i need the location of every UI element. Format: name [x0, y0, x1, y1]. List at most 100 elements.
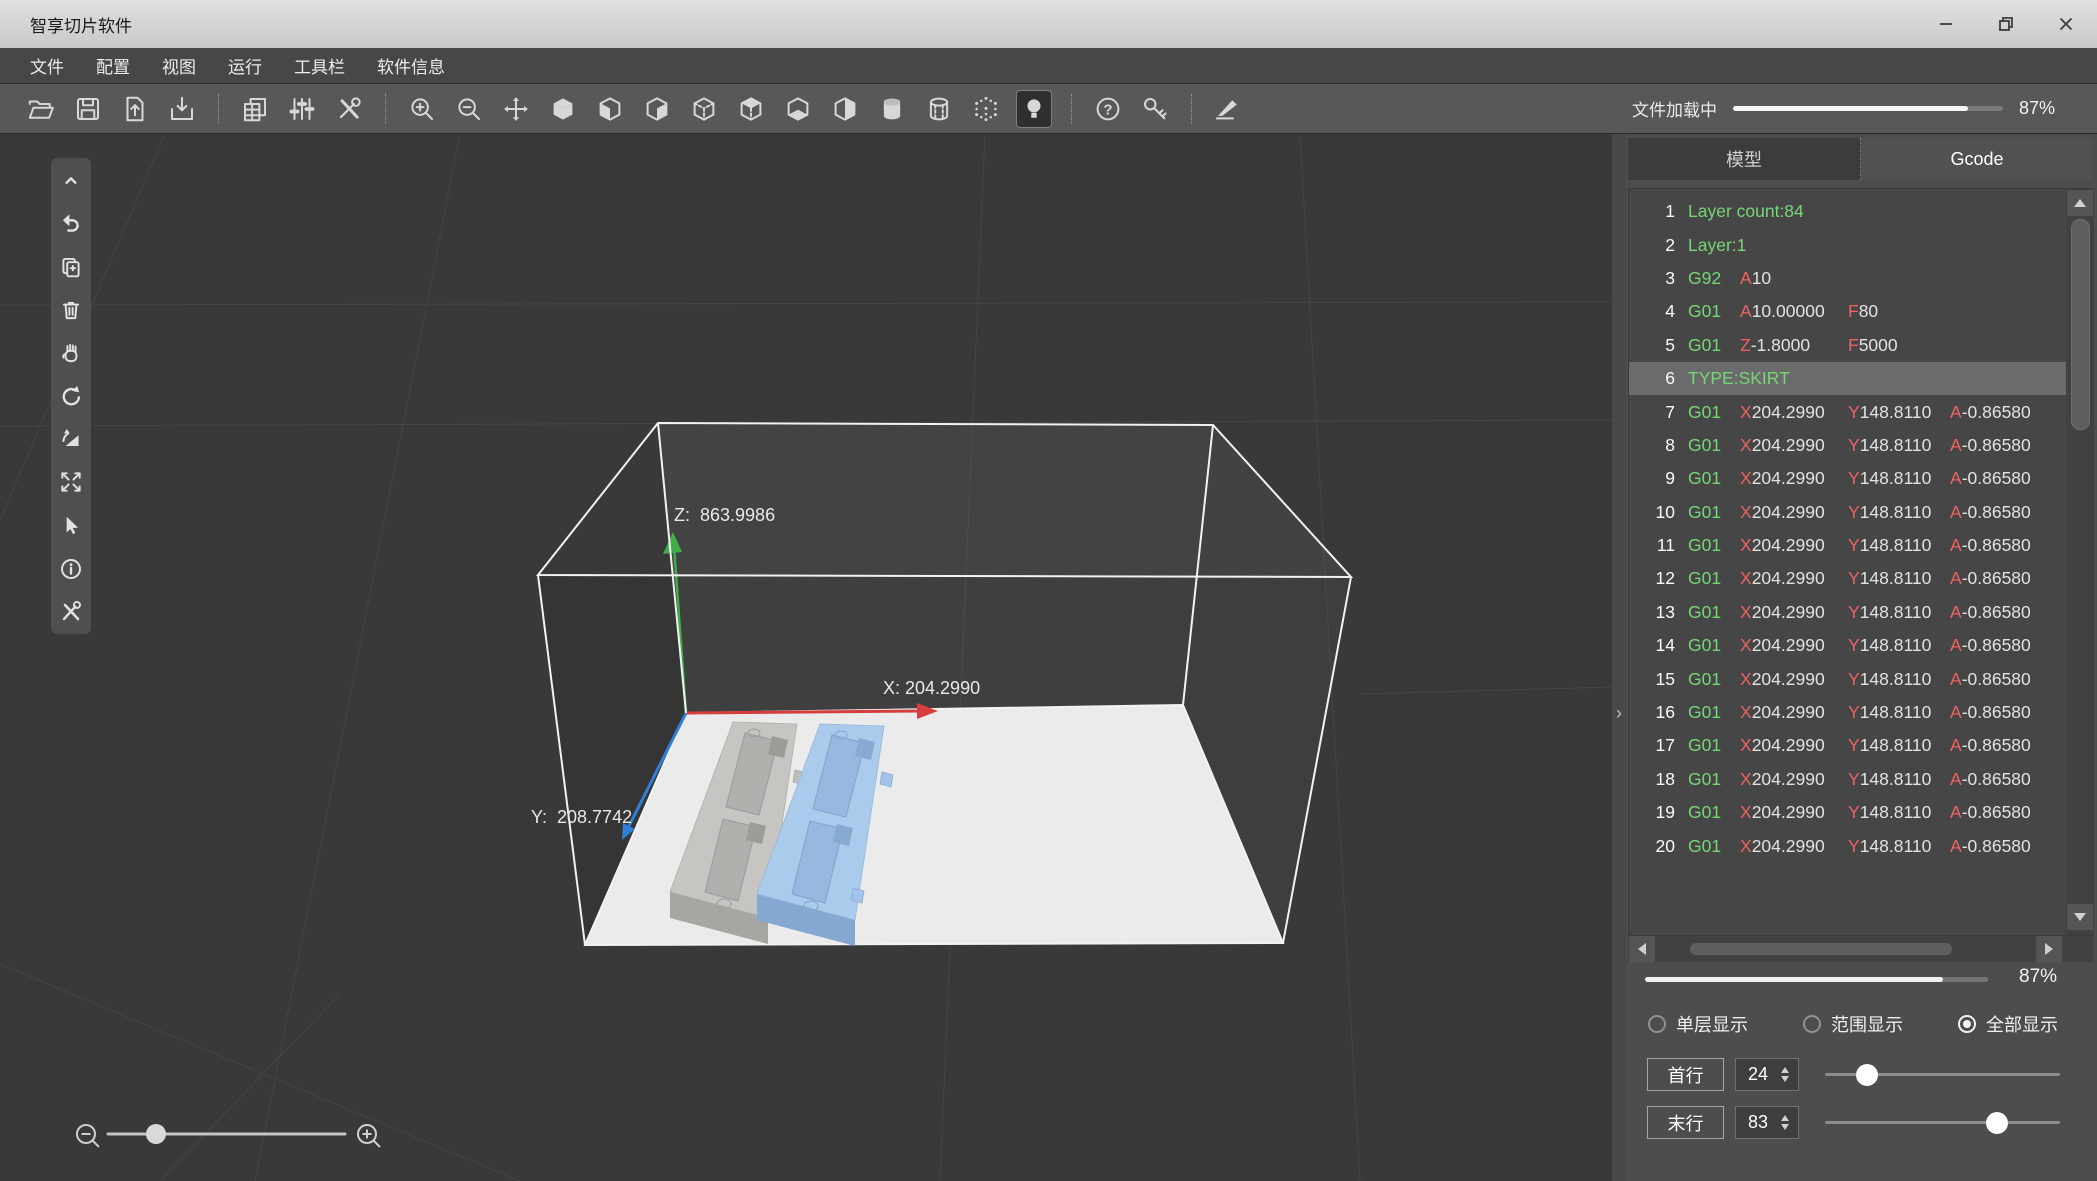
display-mode-radio[interactable]: 全部显示	[1958, 1011, 2058, 1037]
cylinder-solid-button[interactable]	[875, 91, 909, 127]
spinner-up-icon[interactable]	[1781, 1067, 1789, 1073]
tools-button[interactable]	[332, 91, 366, 127]
gcode-row[interactable]: 16G01X204.2990Y148.8110A-0.86580	[1629, 696, 2066, 729]
last-row-spinner[interactable]: 83	[1735, 1106, 1799, 1139]
zoom-out-icon[interactable]	[77, 1125, 99, 1147]
palette-scroll-up-button[interactable]	[57, 166, 85, 194]
gcode-row[interactable]: 2Layer:1	[1629, 228, 2066, 261]
cylinder-wireframe-button[interactable]	[922, 91, 956, 127]
undo-button[interactable]	[57, 209, 85, 237]
view-cube-top-face-button[interactable]	[734, 91, 768, 127]
view-cube-right-face-button[interactable]	[640, 91, 674, 127]
open-file-button[interactable]	[24, 91, 58, 127]
gcode-row[interactable]: 10G01X204.2990Y148.8110A-0.86580	[1629, 496, 2066, 529]
spinner-up-icon[interactable]	[1781, 1115, 1789, 1121]
view-cube-solid-button[interactable]	[546, 91, 580, 127]
fit-view-button[interactable]	[57, 468, 85, 496]
zoom-in-button[interactable]	[405, 91, 439, 127]
menu-item[interactable]: 配置	[96, 53, 130, 78]
gcode-row[interactable]: 15G01X204.2990Y148.8110A-0.86580	[1629, 662, 2066, 695]
spinner-down-icon[interactable]	[1781, 1124, 1789, 1130]
display-mode-radio[interactable]: 单层显示	[1648, 1011, 1748, 1037]
key-button[interactable]	[1138, 91, 1172, 127]
scroll-left-button[interactable]	[1629, 936, 1655, 962]
gcode-row[interactable]: 18G01X204.2990Y148.8110A-0.86580	[1629, 763, 2066, 796]
view-cube-bottom-face-button[interactable]	[781, 91, 815, 127]
last-row-button[interactable]: 末行	[1647, 1106, 1724, 1139]
menu-item[interactable]: 视图	[162, 53, 196, 78]
scroll-right-button[interactable]	[2036, 936, 2062, 962]
first-row-spinner[interactable]: 24	[1735, 1058, 1799, 1091]
panel-splitter[interactable]: ›	[1612, 134, 1626, 1181]
first-row-slider[interactable]	[1825, 1058, 2060, 1091]
gcode-row[interactable]: 19G01X204.2990Y148.8110A-0.86580	[1629, 796, 2066, 829]
menu-item[interactable]: 软件信息	[377, 53, 445, 78]
radio-circle-icon[interactable]	[1958, 1015, 1976, 1033]
menu-item[interactable]: 文件	[30, 53, 64, 78]
gcode-row[interactable]: 3G92A10	[1629, 262, 2066, 295]
view-cube-left-face-button[interactable]	[593, 91, 627, 127]
horizontal-scroll-thumb[interactable]	[1690, 943, 1952, 955]
duplicate-button[interactable]	[57, 252, 85, 280]
last-row-slider-track[interactable]	[1825, 1121, 2060, 1124]
rotate-button[interactable]	[57, 382, 85, 410]
spinner-down-icon[interactable]	[1781, 1076, 1789, 1082]
gcode-row[interactable]: 12G01X204.2990Y148.8110A-0.86580	[1629, 562, 2066, 595]
tab-gcode[interactable]: Gcode	[1861, 138, 2093, 180]
view-cube-hidden-edges-button[interactable]	[687, 91, 721, 127]
gcode-row[interactable]: 4G01A10.00000F80	[1629, 295, 2066, 328]
select-cursor-button[interactable]	[57, 512, 85, 540]
gcode-row[interactable]: 8G01X204.2990Y148.8110A-0.86580	[1629, 429, 2066, 462]
first-row-button[interactable]: 首行	[1647, 1058, 1724, 1091]
collapse-panel-chevron[interactable]: ›	[1616, 703, 1622, 724]
light-toggle-button[interactable]	[1016, 90, 1052, 128]
restore-button[interactable]	[1989, 9, 2023, 39]
scroll-down-button[interactable]	[2067, 904, 2093, 930]
close-button[interactable]	[2049, 9, 2083, 39]
radio-circle-icon[interactable]	[1648, 1015, 1666, 1033]
first-row-slider-thumb[interactable]	[1856, 1064, 1878, 1086]
scroll-up-button[interactable]	[2067, 190, 2093, 216]
pan-move-button[interactable]	[499, 91, 533, 127]
gcode-row[interactable]: 5G01Z-1.8000F5000	[1629, 329, 2066, 362]
export-gcode-button[interactable]	[165, 91, 199, 127]
zoom-slider-thumb[interactable]	[146, 1124, 166, 1144]
gcode-row[interactable]: 20G01X204.2990Y148.8110A-0.86580	[1629, 829, 2066, 862]
gcode-row[interactable]: 14G01X204.2990Y148.8110A-0.86580	[1629, 629, 2066, 662]
radio-circle-icon[interactable]	[1803, 1015, 1821, 1033]
view-cube-section-button[interactable]	[828, 91, 862, 127]
vertical-scrollbar[interactable]	[2066, 189, 2094, 935]
menu-item[interactable]: 运行	[228, 53, 262, 78]
last-row-slider-thumb[interactable]	[1986, 1112, 2008, 1134]
pan-hand-button[interactable]	[57, 339, 85, 367]
gcode-row[interactable]: 1Layer count:84	[1629, 195, 2066, 228]
gcode-list[interactable]: 1Layer count:842Layer:13G92A104G01A10.00…	[1629, 189, 2066, 935]
zoom-in-icon[interactable]	[358, 1125, 380, 1147]
zoom-out-button[interactable]	[452, 91, 486, 127]
minimize-button[interactable]	[1929, 9, 1963, 39]
gcode-row[interactable]: 9G01X204.2990Y148.8110A-0.86580	[1629, 462, 2066, 495]
copy-plate-button[interactable]	[238, 91, 272, 127]
import-model-button[interactable]	[118, 91, 152, 127]
gcode-row[interactable]: 6TYPE:SKIRT	[1629, 362, 2066, 395]
viewport-3d[interactable]: Z: 863.9986 X: 204.2990 Y: 208.7742	[0, 134, 1612, 1181]
tab-model[interactable]: 模型	[1628, 138, 1861, 180]
repair-tools-button[interactable]	[57, 598, 85, 626]
point-cloud-cube-button[interactable]	[969, 91, 1003, 127]
display-mode-radio[interactable]: 范围显示	[1803, 1011, 1903, 1037]
delete-button[interactable]	[57, 296, 85, 324]
knife-button[interactable]	[1211, 91, 1245, 127]
gcode-row[interactable]: 17G01X204.2990Y148.8110A-0.86580	[1629, 729, 2066, 762]
last-row-slider[interactable]	[1825, 1106, 2060, 1139]
vertical-scroll-thumb[interactable]	[2071, 219, 2090, 430]
parameter-sliders-button[interactable]	[285, 91, 319, 127]
horizontal-scrollbar[interactable]	[1628, 936, 2093, 962]
gcode-row[interactable]: 7G01X204.2990Y148.8110A-0.86580	[1629, 395, 2066, 428]
gcode-row[interactable]: 13G01X204.2990Y148.8110A-0.86580	[1629, 596, 2066, 629]
help-button[interactable]: ?	[1091, 91, 1125, 127]
info-button[interactable]	[57, 555, 85, 583]
menu-item[interactable]: 工具栏	[294, 53, 345, 78]
gcode-row[interactable]: 11G01X204.2990Y148.8110A-0.86580	[1629, 529, 2066, 562]
mirror-scale-button[interactable]	[57, 425, 85, 453]
save-button[interactable]	[71, 91, 105, 127]
